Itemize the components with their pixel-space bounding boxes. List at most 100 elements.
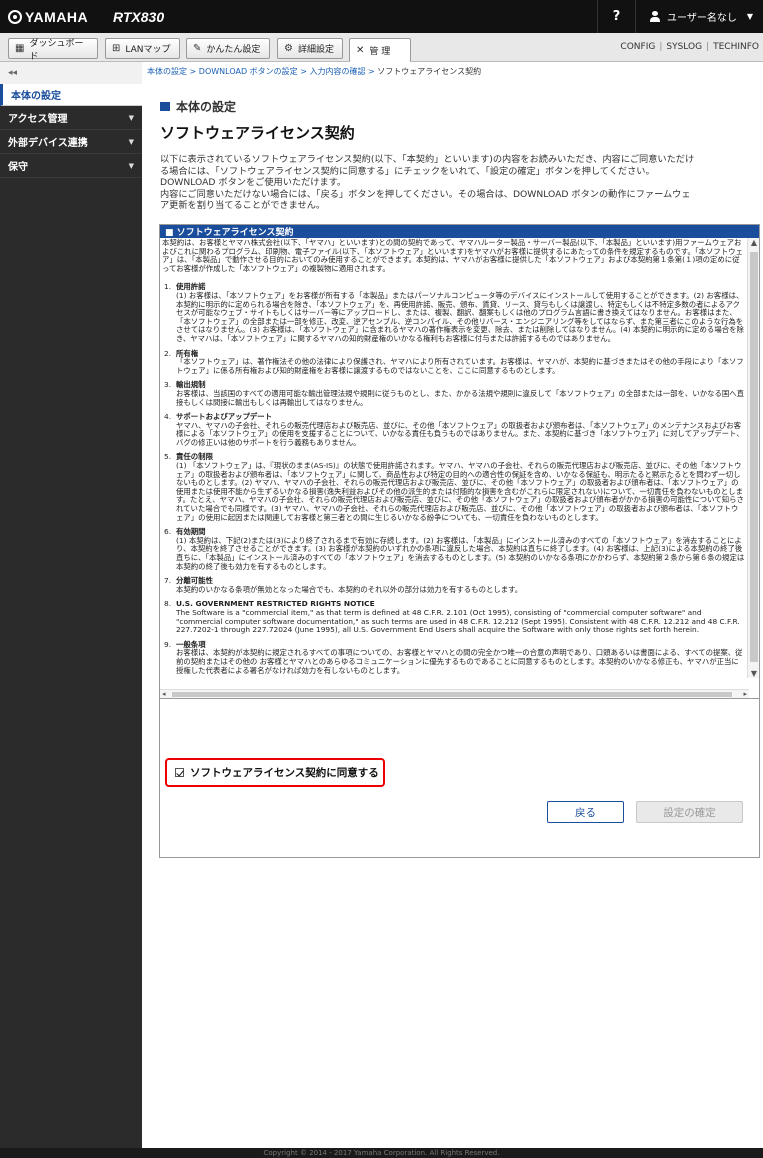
clause-body: お客様は、本契約が本契約に規定されるすべての事項についての、お客様とヤマハとの間… [176, 648, 743, 675]
wrench-icon: ✕ [356, 44, 365, 56]
license-clause: 9. 一般条項 お客様は、本契約が本契約に規定されるすべての事項についての、お客様と… [162, 639, 745, 675]
tab-label: 詳細設定 [297, 45, 334, 55]
scrollbar-thumb[interactable] [750, 252, 758, 662]
chevron-down-icon: ▼ [128, 113, 134, 122]
dashboard-icon: ▦ [15, 43, 25, 54]
footer-copyright: Copyright © 2014 - 2017 Yamaha Corporati… [0, 1148, 763, 1158]
license-text[interactable]: 本契約は、お客様とヤマハ株式会社(以下、「ヤマハ」といいます)との間の契約であっ… [160, 238, 749, 678]
breadcrumb-separator: > [297, 67, 310, 76]
clause-number: 8. [164, 599, 172, 609]
license-clause: 2. 所有権 「本ソフトウェア」は、著作権法その他の法律により保護され、ヤマハにより… [162, 348, 745, 376]
license-clause: 8. U.S. GOVERNMENT RESTRICTED RIGHTS NOTI… [162, 600, 745, 634]
license-preamble: 本契約は、お客様とヤマハ株式会社(以下、「ヤマハ」といいます)との間の契約であっ… [162, 238, 743, 273]
license-panel-title: ■ ソフトウェアライセンス契約 [160, 225, 759, 238]
model-name: RTX830 [113, 8, 165, 25]
gear-icon: ⚙ [284, 43, 293, 54]
agree-label: ソフトウェアライセンス契約に同意する [190, 767, 379, 779]
agree-checkbox[interactable] [175, 768, 184, 777]
scroll-left-arrow-icon[interactable]: ◂ [162, 690, 166, 698]
section-heading: 本体の設定 [160, 98, 236, 115]
page-title: ソフトウェアライセンス契約 [160, 124, 355, 142]
scroll-right-arrow-icon[interactable]: ▸ [743, 690, 747, 698]
clause-number: 6. [164, 527, 172, 537]
sidebar-item-external-devices[interactable]: 外部デバイス連携 ▼ [0, 130, 142, 154]
clause-body: 「本ソフトウェア」は、著作権法その他の法律により保護され、ヤマハにより所有されて… [176, 357, 744, 375]
user-icon [650, 11, 661, 22]
scroll-up-arrow-icon[interactable]: ▲ [748, 238, 760, 247]
license-clause: 4. サポートおよびアップデート ヤマハ、ヤマハの子会社、それらの販売代理店および販… [162, 412, 745, 447]
clause-body: お客様は、当該国のすべての適用可能な輸出管理法規や規則に従うものとし、また、かか… [176, 388, 745, 407]
chevron-down-icon: ▼ [128, 137, 134, 146]
top-links: CONFIG | SYSLOG | TECHINFO [616, 40, 763, 54]
license-panel: ■ ソフトウェアライセンス契約 本契約は、お客様とヤマハ株式会社(以下、「ヤマハ… [159, 224, 760, 699]
clause-number: 3. [164, 380, 172, 390]
sidebar-item-access-management[interactable]: アクセス管理 ▼ [0, 106, 142, 130]
wizard-icon: ✎ [193, 43, 202, 54]
intro-text: 以下に表示されているソフトウェアライセンス契約(以下、「本契約」といいます)の内… [160, 154, 760, 212]
clause-number: 4. [164, 412, 172, 422]
tab-label: 管 理 [369, 46, 391, 57]
brand-name: YAMAHA [25, 8, 89, 25]
breadcrumb-current: ソフトウェアライセンス契約 [377, 67, 482, 76]
sidebar-item-device-settings[interactable]: 本体の設定 [0, 84, 142, 106]
agree-checkbox-row[interactable]: ソフトウェアライセンス契約に同意する [165, 758, 385, 787]
config-link[interactable]: CONFIG [616, 42, 659, 52]
tab-dashboard[interactable]: ▦ ダッシュボード [8, 38, 98, 62]
breadcrumb-link-download-button[interactable]: DOWNLOAD ボタンの設定 [199, 67, 298, 76]
intro-line: DOWNLOAD ボタンをご使用いただけます。 [160, 177, 347, 188]
license-vertical-scrollbar[interactable]: ▲ ▼ [747, 238, 759, 678]
breadcrumb-link-device-settings[interactable]: 本体の設定 [147, 67, 187, 76]
tab-label: ダッシュボード [29, 38, 84, 62]
breadcrumb: 本体の設定 > DOWNLOAD ボタンの設定 > 入力内容の確認 > ソフトウ… [147, 66, 481, 77]
tab-label: かんたん設定 [206, 45, 261, 55]
clause-body: (1) お客様は、「本ソフトウェア」をお客様が所有する「本製品」またはパーソナル… [176, 290, 744, 343]
double-chevron-left-icon: ◂◂ [8, 68, 18, 78]
scroll-down-arrow-icon[interactable]: ▼ [748, 669, 760, 678]
sidebar-collapse-button[interactable]: ◂◂ [0, 62, 142, 84]
yamaha-tuning-fork-icon [8, 9, 22, 24]
sidebar-item-label: 本体の設定 [11, 91, 61, 102]
license-clause: 6. 有効期間 (1) 本契約は、下記(2)または(3)により終了されるまで有効に存… [162, 528, 745, 571]
confirm-button[interactable]: 設定の確定 [636, 801, 743, 823]
scrollbar-thumb[interactable] [172, 692, 732, 697]
top-right-controls: ? ユーザー名なし ▼ [597, 0, 763, 33]
lan-map-icon: ⊞ [112, 43, 121, 54]
section-square-icon [160, 102, 170, 111]
back-button[interactable]: 戻る [547, 801, 624, 823]
section-heading-text: 本体の設定 [176, 100, 237, 114]
intro-line: 以下に表示されているソフトウェアライセンス契約(以下、「本契約」といいます)の内… [160, 154, 695, 165]
tab-easy-setup[interactable]: ✎ かんたん設定 [186, 38, 270, 59]
user-menu[interactable]: ユーザー名なし ▼ [635, 0, 763, 33]
clause-number: 5. [164, 452, 172, 462]
tab-advanced-settings[interactable]: ⚙ 詳細設定 [277, 38, 343, 59]
license-clause: 1. 使用許諾 (1) お客様は、「本ソフトウェア」をお客様が所有する「本製品」また… [162, 283, 745, 343]
tab-management[interactable]: ✕ 管 理 [349, 38, 411, 62]
breadcrumb-separator: > [365, 67, 378, 76]
main-content: 本体の設定 ソフトウェアライセンス契約 以下に表示されているソフトウェアライセン… [142, 84, 763, 1158]
breadcrumb-link-confirm-input[interactable]: 入力内容の確認 [309, 67, 365, 76]
clause-body: The Software is a "commercial item," as … [176, 607, 740, 635]
clause-body: (1) 「本ソフトウェア」は、『現状のまま(AS-IS)』の状態で使用許諾されま… [176, 461, 744, 522]
sidebar-item-maintenance[interactable]: 保守 ▼ [0, 154, 142, 178]
sidebar-item-label: 保守 [8, 162, 28, 173]
tab-lan-map[interactable]: ⊞ LANマップ [105, 38, 180, 59]
clause-number: 9. [164, 639, 172, 649]
clause-number: 2. [164, 348, 172, 358]
techinfo-link[interactable]: TECHINFO [709, 42, 763, 52]
tab-label: LANマップ [125, 45, 171, 55]
license-clauses: 1. 使用許諾 (1) お客様は、「本ソフトウェア」をお客様が所有する「本製品」また… [162, 283, 745, 678]
syslog-link[interactable]: SYSLOG [662, 42, 706, 52]
clause-number: 7. [164, 576, 172, 586]
clause-body: ヤマハ、ヤマハの子会社、それらの販売代理店および販売店、並びに、その他「本ソフト… [176, 420, 744, 447]
license-clause: 3. 輸出規制 お客様は、当該国のすべての適用可能な輸出管理法規や規則に従うものとし… [162, 381, 745, 407]
clause-body: (1) 本契約は、下記(2)または(3)により終了されるまで有効に存続します。(… [176, 535, 745, 571]
license-clause: 5. 責任の制限 (1) 「本ソフトウェア」は、『現状のまま(AS-IS)』の状態で… [162, 453, 745, 522]
sidebar-item-label: 外部デバイス連携 [8, 138, 88, 149]
help-button[interactable]: ? [597, 0, 635, 33]
clause-body: 本契約のいかなる条項が無効となった場合でも、本契約のそれ以外の部分は効力を有する… [176, 584, 523, 594]
license-horizontal-scrollbar[interactable]: ◂ ▸ [160, 689, 749, 698]
intro-line: 内容にご同意いただけない場合には、「戻る」ボタンを押してください。その場合は、D… [160, 188, 691, 200]
chevron-down-icon: ▼ [746, 12, 753, 21]
clause-number: 1. [164, 282, 172, 292]
sidebar-item-label: アクセス管理 [8, 114, 68, 125]
